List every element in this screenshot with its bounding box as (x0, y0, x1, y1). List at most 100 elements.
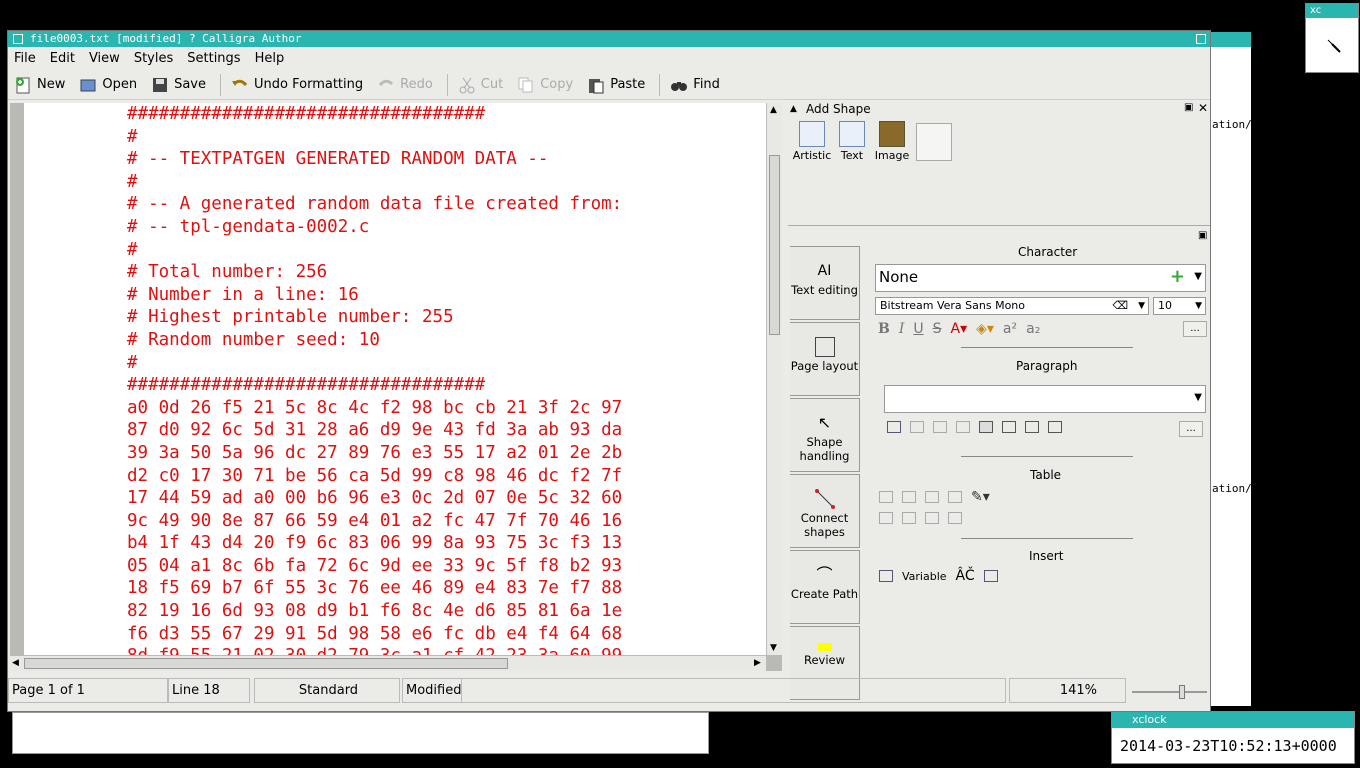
document-line[interactable]: b4 1f 43 d4 20 f9 6c 83 06 99 8a 93 75 3… (127, 532, 622, 555)
bullet-list-icon[interactable] (887, 421, 901, 433)
document-line[interactable]: # (127, 171, 622, 194)
document-line[interactable]: 8d f9 55 21 02 30 d2 79 3c a1 cf 42 23 3… (127, 645, 622, 655)
document-line[interactable]: 05 04 a1 8c 6b fa 72 6c 9d ee 33 9c 5f f… (127, 555, 622, 578)
document-line[interactable]: 87 d0 92 6c 5d 31 28 a6 d9 9e 43 fd 3a a… (127, 419, 622, 442)
document-line[interactable]: a0 0d 26 f5 21 5c 8c 4c f2 98 bc cb 21 3… (127, 397, 622, 420)
highlight-color-icon[interactable]: ◈▾ (976, 321, 994, 337)
document-line[interactable]: # Total number: 256 (127, 261, 622, 284)
line-break-icon[interactable] (956, 421, 970, 433)
document-line[interactable]: 39 3a 50 5a 96 dc 27 89 76 e3 55 17 a2 0… (127, 442, 622, 465)
document-line[interactable]: 82 19 16 6d 93 08 d9 b1 f6 8c 4e d6 85 8… (127, 600, 622, 623)
align-center-icon[interactable] (1002, 421, 1016, 433)
document-text[interactable]: ################################## # # -- … (127, 103, 622, 655)
document-line[interactable]: # -- A generated random data file create… (127, 193, 622, 216)
collapse-arrow-icon[interactable]: ▲ (790, 104, 797, 114)
status-style[interactable]: Standard (254, 678, 400, 703)
window-titlebar[interactable]: file0003.txt [modified] ? Calligra Autho… (8, 31, 1210, 47)
border-style-icon[interactable]: ✎▾ (971, 489, 990, 505)
save-button[interactable]: Save (151, 76, 206, 94)
document-line[interactable]: # -- TEXTPATGEN GENERATED RANDOM DATA -- (127, 148, 622, 171)
tab-connect-shapes[interactable]: Connect shapes (790, 474, 860, 548)
delete-column-icon[interactable] (925, 512, 939, 524)
horizontal-scrollbar[interactable]: ◀ ▶ (10, 655, 766, 671)
redo-button[interactable]: Redo (377, 76, 433, 94)
status-zoom[interactable]: 141% (1009, 678, 1126, 703)
float-docker-icon[interactable]: ▣ (1184, 102, 1193, 113)
scroll-right-icon[interactable]: ▶ (754, 658, 761, 668)
align-justify-icon[interactable] (1048, 421, 1062, 433)
open-button[interactable]: Open (79, 76, 137, 94)
character-more-button[interactable]: ... (1183, 321, 1207, 337)
scroll-left-icon[interactable]: ◀ (12, 658, 19, 668)
character-style-combo[interactable]: None + ▼ (875, 264, 1206, 292)
menu-help[interactable]: Help (255, 51, 285, 66)
new-button[interactable]: New (14, 76, 65, 94)
variable-button[interactable]: Variable (902, 570, 947, 583)
shape-image[interactable]: Image (872, 121, 912, 165)
decrease-indent-icon[interactable] (910, 421, 924, 433)
scroll-down-icon[interactable]: ▼ (770, 643, 777, 653)
document-page[interactable]: ################################## # # -- … (24, 103, 766, 655)
document-line[interactable]: 9c 49 90 8e 87 66 59 e4 01 a2 fc 47 7f 7… (127, 510, 622, 533)
vertical-scrollbar-thumb[interactable] (769, 155, 780, 335)
scroll-up-icon[interactable]: ▲ (770, 105, 777, 115)
split-cells-icon[interactable] (948, 512, 962, 524)
paste-button[interactable]: Paste (587, 76, 645, 94)
chevron-down-icon[interactable]: ▼ (1138, 298, 1145, 314)
shape-artistic[interactable]: Artistic (792, 121, 832, 165)
underline-icon[interactable]: U (913, 321, 923, 337)
tab-page-layout[interactable]: Page layout (790, 322, 860, 396)
paragraph-more-button[interactable]: ... (1179, 421, 1203, 437)
document-line[interactable]: # Highest printable number: 255 (127, 306, 622, 329)
document-line[interactable]: 17 44 59 ad a0 00 b6 96 e3 0c 2d 07 0e 5… (127, 487, 622, 510)
document-line[interactable]: # (127, 239, 622, 262)
cut-button[interactable]: Cut (458, 76, 503, 94)
document-line[interactable]: # -- tpl-gendata-0002.c (127, 216, 622, 239)
more-shapes-icon[interactable] (916, 123, 952, 161)
align-right-icon[interactable] (1025, 421, 1039, 433)
find-button[interactable]: Find (670, 76, 720, 94)
zoom-slider-handle[interactable] (1179, 685, 1186, 699)
insert-row-below-icon[interactable] (879, 512, 893, 524)
shape-text[interactable]: Text (832, 121, 872, 165)
merge-cells-icon[interactable] (948, 491, 962, 503)
document-line[interactable]: # Number in a line: 16 (127, 284, 622, 307)
font-family-combo[interactable]: Bitstream Vera Sans Mono ⌫ ▼ (875, 297, 1149, 315)
copy-button[interactable]: Copy (517, 76, 573, 94)
add-style-icon[interactable]: + (1170, 265, 1185, 289)
window-menu-icon[interactable] (13, 34, 23, 44)
document-line[interactable]: 18 f5 69 b7 6f 55 3c 76 ee 46 89 e4 83 7… (127, 577, 622, 600)
document-line[interactable]: d2 c0 17 30 71 be 56 ca 5d 99 c8 98 46 d… (127, 465, 622, 488)
insert-table-icon[interactable] (879, 570, 893, 582)
insert-row-above-icon[interactable] (879, 491, 893, 503)
document-line[interactable]: f6 d3 55 67 29 91 5d 98 58 e6 fc db e4 f… (127, 623, 622, 646)
maximize-icon[interactable] (1196, 34, 1206, 44)
xclock-window[interactable]: xclock 2014-03-23T10:52:13+0000 (1111, 711, 1355, 764)
menu-file[interactable]: File (14, 51, 36, 66)
document-line[interactable]: # Random number seed: 10 (127, 329, 622, 352)
insert-footnote-icon[interactable] (983, 570, 998, 582)
undo-button[interactable]: Undo Formatting (231, 76, 363, 94)
tab-shape-handling[interactable]: ↖ Shape handling (790, 398, 860, 472)
menu-settings[interactable]: Settings (187, 51, 240, 66)
increase-indent-icon[interactable] (933, 421, 947, 433)
document-line[interactable]: # (127, 352, 622, 375)
insert-column-left-icon[interactable] (902, 491, 916, 503)
document-line[interactable]: ################################## (127, 374, 622, 397)
document-line[interactable]: ################################## (127, 103, 622, 126)
subscript-icon[interactable]: a₂ (1026, 321, 1040, 337)
italic-icon[interactable]: I (899, 321, 905, 337)
chevron-down-icon[interactable]: ▼ (1194, 386, 1202, 410)
close-docker-icon[interactable]: ✕ (1198, 101, 1208, 115)
float-tool-options-icon[interactable]: ▣ (1198, 230, 1207, 241)
bold-icon[interactable]: B (878, 321, 890, 337)
chevron-down-icon[interactable]: ▼ (1195, 298, 1202, 314)
vertical-scrollbar[interactable]: ▲ ▼ (766, 103, 782, 655)
menu-view[interactable]: View (89, 51, 120, 66)
tab-create-path[interactable]: ⌒ Create Path (790, 550, 860, 624)
tab-text-editing[interactable]: AI Text editing (790, 246, 860, 320)
menu-edit[interactable]: Edit (50, 51, 75, 66)
chevron-down-icon[interactable]: ▼ (1194, 265, 1202, 289)
font-size-combo[interactable]: 10 ▼ (1153, 297, 1206, 315)
paragraph-style-combo[interactable]: ▼ (884, 385, 1206, 413)
